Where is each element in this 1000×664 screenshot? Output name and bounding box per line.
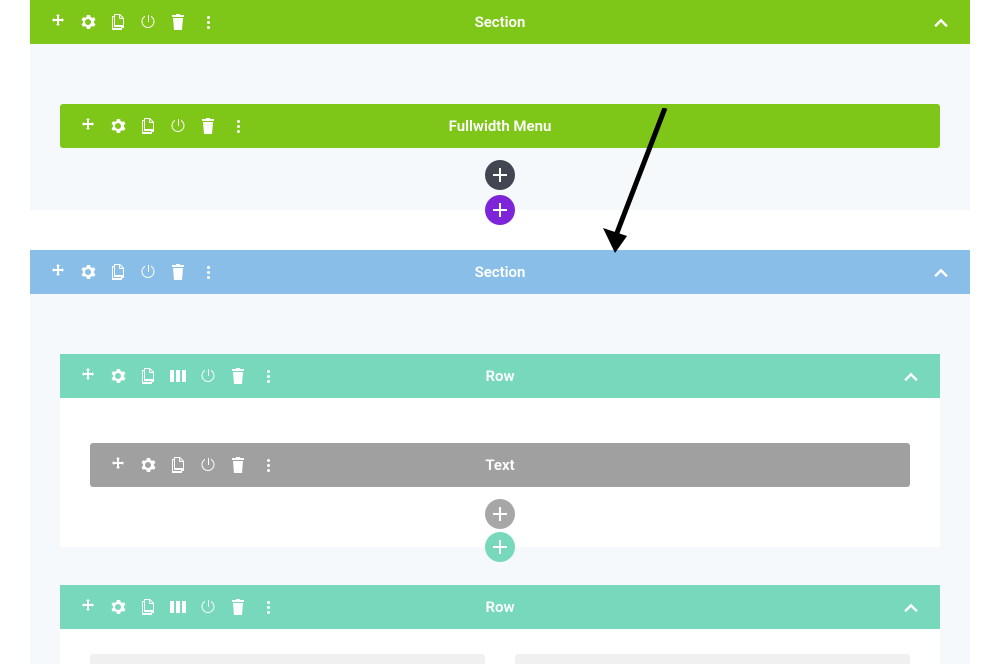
- duplicate-icon[interactable]: [140, 368, 156, 384]
- gear-icon[interactable]: [140, 457, 156, 473]
- chevron-up-icon[interactable]: [902, 367, 920, 385]
- gear-icon[interactable]: [110, 599, 126, 615]
- section-label: Section: [475, 13, 526, 31]
- more-icon[interactable]: [260, 457, 276, 473]
- fullwidth-menu-module[interactable]: Fullwidth Menu: [60, 104, 940, 148]
- text-module[interactable]: Text: [90, 443, 910, 487]
- row-header[interactable]: Row: [60, 354, 940, 398]
- move-icon[interactable]: [50, 14, 66, 30]
- add-module-button[interactable]: [485, 499, 515, 529]
- trash-icon[interactable]: [230, 457, 246, 473]
- columns-icon[interactable]: [170, 599, 186, 615]
- trash-icon[interactable]: [170, 264, 186, 280]
- trash-icon[interactable]: [230, 368, 246, 384]
- column-2[interactable]: [515, 654, 910, 664]
- duplicate-icon[interactable]: [170, 457, 186, 473]
- gear-icon[interactable]: [110, 118, 126, 134]
- module-label: Fullwidth Menu: [449, 117, 552, 135]
- chevron-up-icon[interactable]: [902, 598, 920, 616]
- more-icon[interactable]: [260, 599, 276, 615]
- move-icon[interactable]: [80, 599, 96, 615]
- gear-icon[interactable]: [80, 14, 96, 30]
- move-icon[interactable]: [80, 368, 96, 384]
- columns-icon[interactable]: [170, 368, 186, 384]
- add-row-button[interactable]: [485, 532, 515, 562]
- power-icon[interactable]: [200, 599, 216, 615]
- trash-icon[interactable]: [200, 118, 216, 134]
- column-1[interactable]: [90, 654, 485, 664]
- chevron-up-icon[interactable]: [932, 13, 950, 31]
- more-icon[interactable]: [230, 118, 246, 134]
- row-body: [60, 629, 940, 664]
- power-icon[interactable]: [200, 457, 216, 473]
- section-header[interactable]: Section: [30, 250, 970, 294]
- row-label: Row: [485, 367, 514, 385]
- more-icon[interactable]: [200, 14, 216, 30]
- chevron-up-icon[interactable]: [932, 263, 950, 281]
- duplicate-icon[interactable]: [110, 14, 126, 30]
- power-icon[interactable]: [140, 264, 156, 280]
- move-icon[interactable]: [50, 264, 66, 280]
- add-section-button[interactable]: [485, 195, 515, 225]
- move-icon[interactable]: [110, 457, 126, 473]
- gear-icon[interactable]: [80, 264, 96, 280]
- duplicate-icon[interactable]: [110, 264, 126, 280]
- duplicate-icon[interactable]: [140, 599, 156, 615]
- more-icon[interactable]: [260, 368, 276, 384]
- row-1: Row Text: [60, 354, 940, 577]
- section-header[interactable]: Section: [30, 0, 970, 44]
- power-icon[interactable]: [140, 14, 156, 30]
- section-body: Row Text: [30, 294, 970, 664]
- section-toolbar: [50, 264, 216, 280]
- module-toolbar: [80, 118, 246, 134]
- section-1: Section Fullwidth Menu: [30, 0, 970, 240]
- section-2: Section Row: [30, 250, 970, 664]
- duplicate-icon[interactable]: [140, 118, 156, 134]
- trash-icon[interactable]: [170, 14, 186, 30]
- trash-icon[interactable]: [230, 599, 246, 615]
- plus-icon: [493, 540, 507, 554]
- plus-icon: [493, 203, 507, 217]
- row-toolbar: [80, 599, 276, 615]
- gear-icon[interactable]: [110, 368, 126, 384]
- power-icon[interactable]: [200, 368, 216, 384]
- module-toolbar: [110, 457, 276, 473]
- more-icon[interactable]: [200, 264, 216, 280]
- module-label: Text: [485, 456, 514, 474]
- section-label: Section: [475, 263, 526, 281]
- row-header[interactable]: Row: [60, 585, 940, 629]
- plus-icon: [493, 168, 507, 182]
- row-label: Row: [485, 598, 514, 616]
- row-body: Text: [60, 398, 940, 547]
- section-body: Fullwidth Menu: [30, 44, 970, 210]
- power-icon[interactable]: [170, 118, 186, 134]
- row-toolbar: [80, 368, 276, 384]
- section-toolbar: [50, 14, 216, 30]
- move-icon[interactable]: [80, 118, 96, 134]
- plus-icon: [493, 507, 507, 521]
- add-module-button[interactable]: [485, 160, 515, 190]
